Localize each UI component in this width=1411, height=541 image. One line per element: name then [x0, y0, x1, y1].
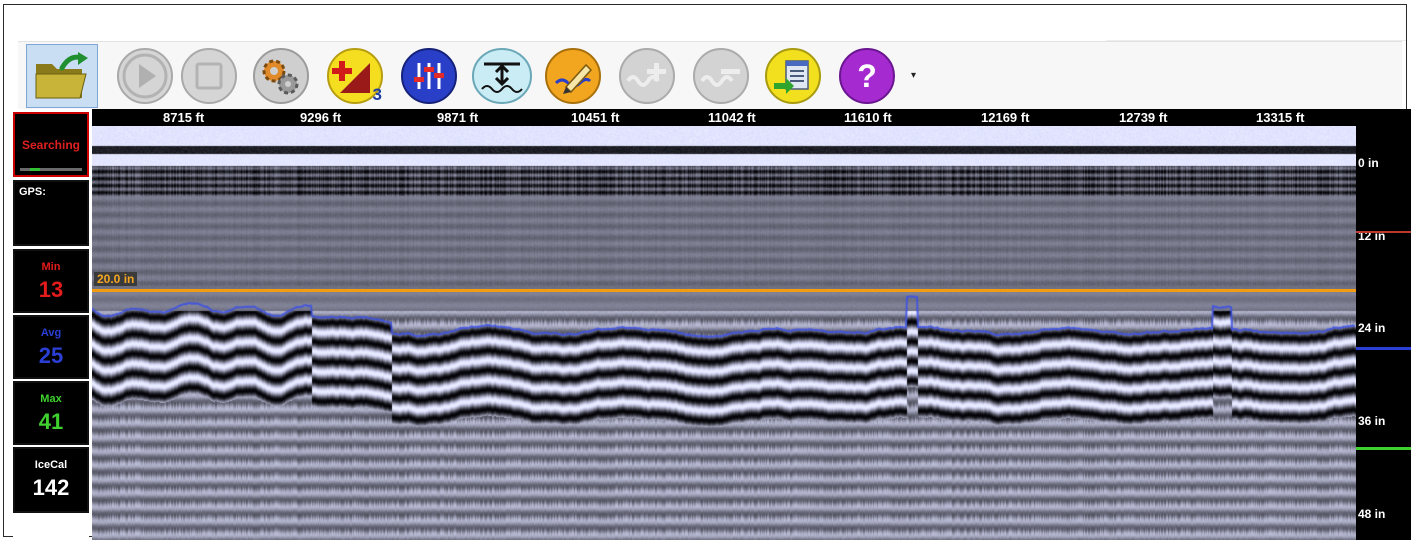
- min-depth-marker: [1356, 231, 1411, 233]
- distance-label: 13315 ft: [1256, 110, 1305, 125]
- play-icon: [116, 47, 174, 105]
- icecal-stat-box: IceCal 142: [13, 447, 89, 513]
- zoom-in-button[interactable]: [616, 45, 678, 107]
- minus-wave-icon: [692, 47, 750, 105]
- gears-icon: [252, 47, 310, 105]
- depth-tick-label: 0 in: [1358, 156, 1379, 170]
- distance-label: 10451 ft: [571, 110, 620, 125]
- search-progress-bar: [20, 168, 82, 171]
- distance-ruler: 8715 ft 9296 ft 9871 ft 10451 ft 11042 f…: [92, 109, 1356, 126]
- gain-button[interactable]: 3: [324, 45, 386, 107]
- stop-button[interactable]: [178, 45, 240, 107]
- surface-arrow-icon: [472, 47, 532, 105]
- draw-button[interactable]: [542, 45, 604, 107]
- avg-depth-marker: [1356, 347, 1411, 350]
- icecal-label: IceCal: [34, 459, 68, 471]
- search-status-box: Searching: [13, 112, 89, 177]
- export-button[interactable]: [762, 45, 824, 107]
- settings-button[interactable]: [250, 45, 312, 107]
- gain-badge: 3: [372, 85, 382, 104]
- play-button[interactable]: [114, 45, 176, 107]
- min-label: Min: [41, 261, 61, 273]
- min-stat-box: Min 13: [13, 249, 89, 313]
- zoom-out-button[interactable]: [690, 45, 752, 107]
- depth-tick-label: 24 in: [1358, 321, 1386, 335]
- open-folder-icon: [32, 50, 92, 102]
- sliders-icon: [400, 47, 458, 105]
- distance-label: 8715 ft: [163, 110, 205, 125]
- depth-threshold-line[interactable]: [92, 289, 1356, 292]
- max-value: 41: [38, 409, 64, 434]
- equalizer-button[interactable]: [398, 45, 460, 107]
- gps-label: GPS:: [19, 186, 46, 198]
- toolbar-overflow-arrow[interactable]: ▾: [911, 70, 916, 81]
- surface-align-button[interactable]: [471, 45, 533, 107]
- distance-label: 11610 ft: [844, 110, 892, 125]
- avg-value: 25: [38, 343, 64, 368]
- plus-wave-icon: [618, 47, 676, 105]
- distance-label: 12169 ft: [981, 110, 1030, 125]
- avg-stat-box: Avg 25: [13, 315, 89, 379]
- depth-scale: 0 in 12 in 24 in 36 in 48 in: [1356, 109, 1411, 540]
- svg-text:?: ?: [857, 58, 877, 94]
- export-list-icon: [764, 47, 822, 105]
- max-stat-box: Max 41: [13, 381, 89, 445]
- toolbar: 3 ? ▾: [18, 40, 1406, 109]
- max-depth-marker: [1356, 447, 1411, 450]
- open-folder-button[interactable]: [26, 44, 98, 108]
- radar-view[interactable]: 8715 ft 9296 ft 9871 ft 10451 ft 11042 f…: [92, 109, 1411, 540]
- avg-label: Avg: [40, 327, 62, 339]
- help-button[interactable]: ?: [836, 45, 898, 107]
- max-label: Max: [40, 393, 62, 405]
- distance-label: 11042 ft: [708, 110, 756, 125]
- search-status-label: Searching: [21, 138, 81, 152]
- pencil-icon: [544, 47, 602, 105]
- depth-tick-label: 48 in: [1358, 507, 1386, 521]
- distance-label: 9871 ft: [437, 110, 479, 125]
- depth-tick-label: 36 in: [1358, 414, 1386, 428]
- min-value: 13: [38, 277, 64, 302]
- question-icon: ?: [838, 47, 896, 105]
- distance-label: 9296 ft: [300, 110, 342, 125]
- gps-status-box: GPS:: [13, 180, 89, 246]
- status-panel: Searching GPS: Min 13 Avg 25 Max 41 IceC…: [13, 110, 89, 540]
- distance-label: 12739 ft: [1119, 110, 1168, 125]
- icecal-value: 142: [32, 475, 70, 500]
- depth-threshold-label: 20.0 in: [94, 272, 138, 286]
- radar-image[interactable]: [92, 126, 1356, 540]
- toolbar-divider: [1106, 40, 1406, 41]
- app-window: 3 ? ▾ Searching GPS: Min 13 Avg 25 Max 4…: [3, 4, 1411, 540]
- stop-icon: [180, 47, 238, 105]
